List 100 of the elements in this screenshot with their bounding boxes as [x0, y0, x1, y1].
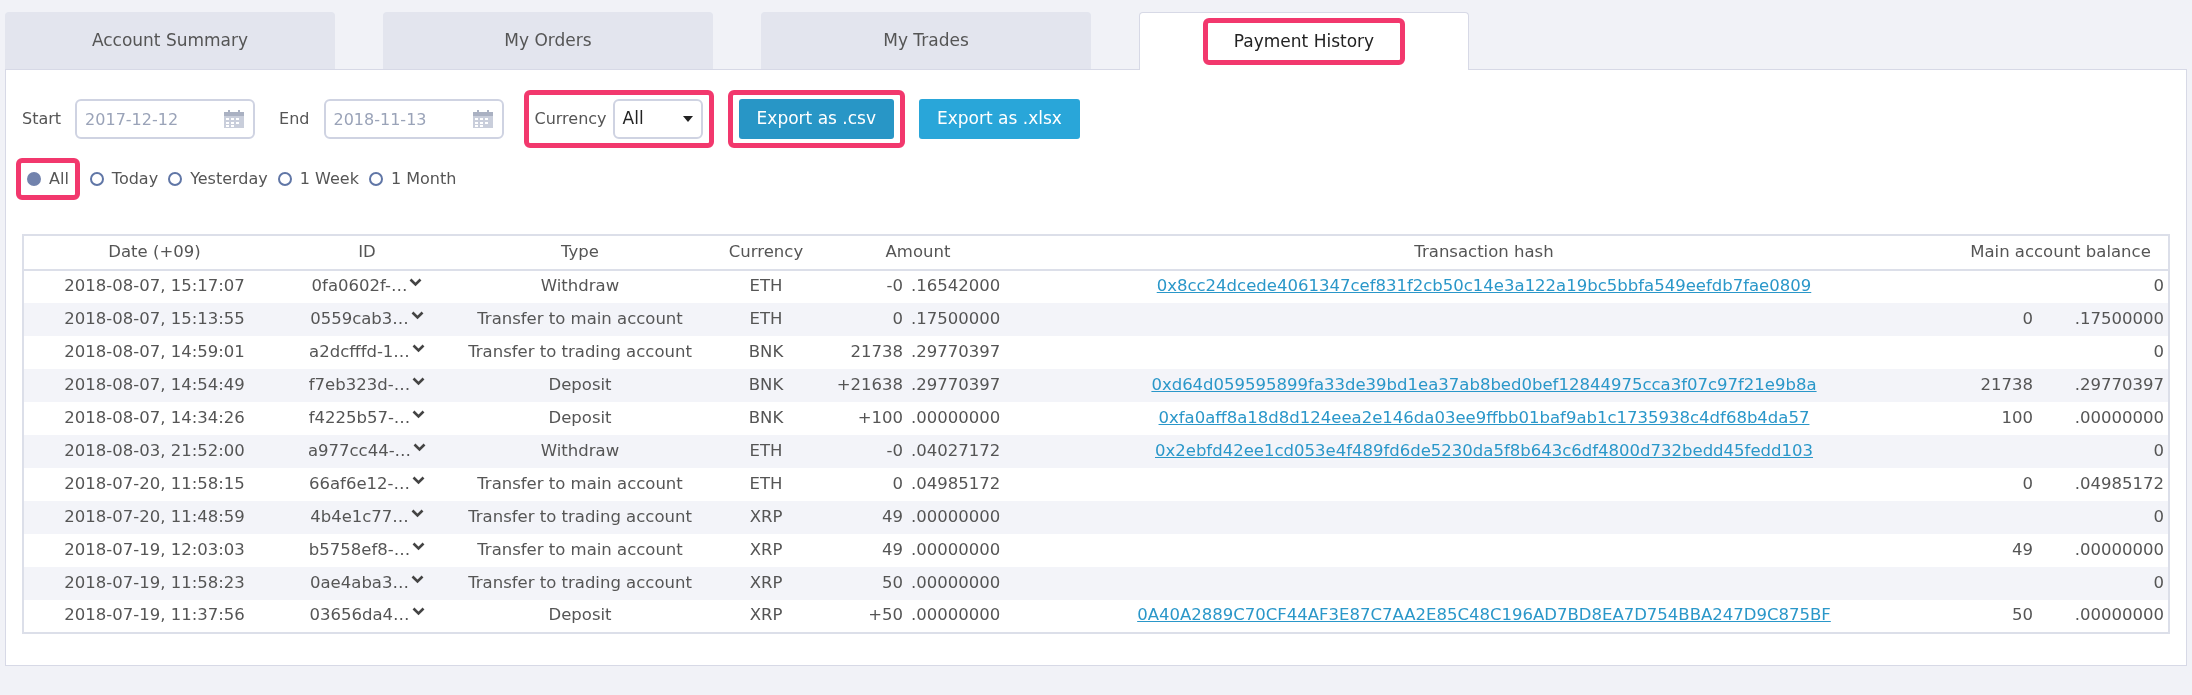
- hash-link[interactable]: 0A40A2889C70CF44AF3E87C7AA2E85C48C196AD7BD8EA7D754BBA247D9C875BF: [1137, 605, 1831, 625]
- table-cell: 49: [1953, 533, 2037, 567]
- table-cell: .00000000: [2037, 533, 2169, 567]
- table-cell: .04985172: [2037, 467, 2169, 501]
- table-cell: 2018-08-07, 14:54:49: [23, 368, 285, 402]
- table-cell: .00000000: [2037, 401, 2169, 435]
- radio-label[interactable]: 1 Week: [299, 167, 359, 191]
- column-header: Currency: [711, 235, 821, 270]
- table-cell: BNK: [711, 368, 821, 402]
- table-cell: Withdraw: [449, 269, 711, 303]
- table-cell: b5758ef8-…: [308, 539, 411, 559]
- table-cell: 0: [1953, 302, 2037, 336]
- table-cell: 21738: [1953, 368, 2037, 402]
- radio-label[interactable]: 1 Month: [390, 167, 457, 191]
- table-cell: 0fa0602f-…: [311, 276, 408, 296]
- column-header: Transaction hash: [1015, 235, 1953, 270]
- table-cell: 49: [821, 533, 907, 567]
- table-cell: Transfer to main account: [449, 533, 711, 567]
- table-cell: ETH: [711, 302, 821, 336]
- table-cell: .00000000: [907, 500, 1015, 534]
- table-cell: Transfer to main account: [449, 302, 711, 336]
- table-cell: 4b4e1c77…: [310, 506, 409, 526]
- field-label: Start: [22, 108, 62, 130]
- table-cell: ETH: [711, 434, 821, 468]
- table-cell: ETH: [711, 467, 821, 501]
- table-cell: 100: [1953, 401, 2037, 435]
- export-button[interactable]: Export as .csv: [738, 99, 894, 139]
- table-cell: Deposit: [449, 368, 711, 402]
- table-cell: Transfer to main account: [449, 467, 711, 501]
- table-cell: .04985172: [907, 467, 1015, 501]
- radio-label[interactable]: Today: [111, 167, 159, 191]
- table-cell: .04027172: [907, 434, 1015, 468]
- table-cell: .16542000: [907, 269, 1015, 303]
- field-label: End: [279, 108, 310, 130]
- table-cell: XRP: [711, 533, 821, 567]
- tab[interactable]: My Orders: [504, 28, 592, 54]
- hash-link[interactable]: 0x8cc24dcede4061347cef831f2cb50c14e3a122a19bc5bbfa549eefdb7fae0809: [1156, 276, 1812, 296]
- table-cell: 50: [1953, 599, 2037, 633]
- table-cell: 49: [821, 500, 907, 534]
- table-cell: 0: [2037, 269, 2169, 303]
- table-cell: BNK: [711, 401, 821, 435]
- table-cell: BNK: [711, 335, 821, 369]
- table-cell: 2018-08-07, 14:34:26: [23, 401, 285, 435]
- table-cell: 2018-07-19, 12:03:03: [23, 533, 285, 567]
- chevron-down-icon[interactable]: [413, 442, 427, 452]
- table-cell: +50: [821, 599, 907, 633]
- table-cell: 03656da4…: [309, 605, 410, 625]
- table-cell: XRP: [711, 599, 821, 633]
- table-cell: f4225b57-…: [308, 407, 411, 427]
- table-cell: a977cc44-…: [307, 440, 412, 460]
- column-header: ID: [285, 235, 449, 270]
- table-cell: .17500000: [2037, 302, 2169, 336]
- table-cell: 2018-08-07, 15:17:07: [23, 269, 285, 303]
- table-cell: 66af6e12-…: [309, 473, 410, 493]
- chevron-down-icon[interactable]: [409, 278, 423, 288]
- chevron-down-icon[interactable]: [412, 475, 425, 485]
- table-cell: 0559cab3…: [310, 308, 409, 328]
- table-cell: +21638: [821, 368, 907, 402]
- table-cell: .00000000: [907, 533, 1015, 567]
- chevron-down-icon[interactable]: [412, 409, 426, 419]
- table-cell: -0: [821, 269, 907, 303]
- currency-dropdown[interactable]: All: [612, 99, 703, 139]
- table-cell: ETH: [711, 269, 821, 303]
- table-cell: .00000000: [907, 566, 1015, 600]
- field-label: Currency: [534, 108, 607, 130]
- table-cell: 2018-07-20, 11:48:59: [23, 500, 285, 534]
- table-cell: Transfer to trading account: [449, 335, 711, 369]
- table-cell: Transfer to trading account: [449, 566, 711, 600]
- chevron-down-icon[interactable]: [410, 310, 424, 320]
- chevron-down-icon[interactable]: [412, 541, 426, 551]
- table-cell: XRP: [711, 500, 821, 534]
- column-header: Amount: [821, 235, 1015, 270]
- table-cell: 2018-07-19, 11:58:23: [23, 566, 285, 600]
- table-cell: 0: [2037, 566, 2169, 600]
- chevron-down-icon[interactable]: [410, 508, 424, 518]
- table-cell: .29770397: [907, 368, 1015, 402]
- table-cell: Deposit: [449, 401, 711, 435]
- hash-link[interactable]: 0xfa0aff8a18d8d124eea2e146da03ee9ffbb01baf9ab1c1735938c4df68b4da57: [1158, 407, 1810, 427]
- tab[interactable]: Payment History: [1233, 28, 1375, 55]
- table-cell: +100: [821, 401, 907, 435]
- table-cell: Withdraw: [449, 434, 711, 468]
- table-cell: 2018-08-03, 21:52:00: [23, 434, 285, 468]
- table-cell: .00000000: [907, 401, 1015, 435]
- table-cell: 0: [2037, 500, 2169, 534]
- radio-label[interactable]: All: [49, 167, 69, 191]
- table-cell: 2018-08-07, 14:59:01: [23, 335, 285, 369]
- table-cell: .29770397: [2037, 368, 2169, 402]
- table-cell: XRP: [711, 566, 821, 600]
- table-cell: .29770397: [907, 335, 1015, 369]
- chevron-down-icon[interactable]: [411, 343, 425, 353]
- table-cell: Transfer to trading account: [449, 500, 711, 534]
- radio-label[interactable]: Yesterday: [190, 167, 268, 191]
- table-cell: a2dcfffd-1…: [309, 341, 410, 361]
- chevron-down-icon[interactable]: [412, 376, 426, 386]
- table-cell: .00000000: [2037, 599, 2169, 633]
- tab[interactable]: My Trades: [883, 28, 969, 54]
- calendar-icon: [471, 109, 494, 129]
- chevron-down-icon[interactable]: [410, 574, 424, 584]
- chevron-down-icon[interactable]: [411, 607, 425, 617]
- table-cell: 0: [2037, 434, 2169, 468]
